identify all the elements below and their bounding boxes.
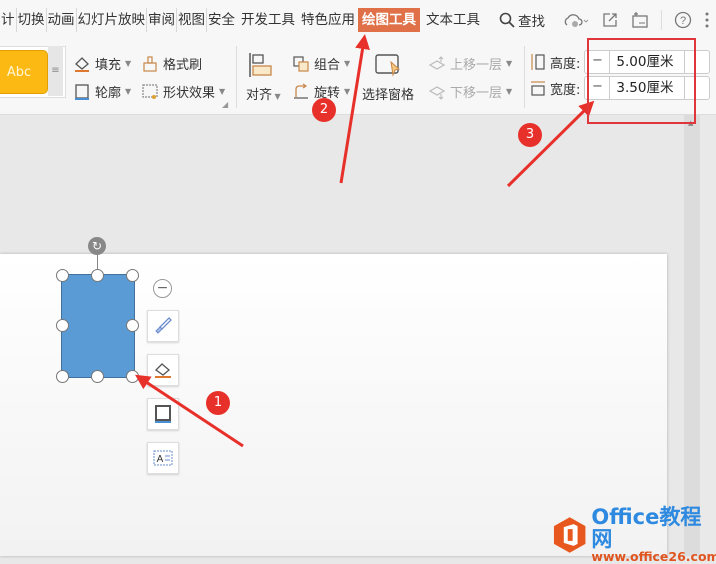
office-logo-icon	[553, 517, 586, 553]
watermark-title: Office教程网	[591, 505, 702, 551]
watermark-url: www.office26.com	[591, 549, 716, 564]
annotation-arrow-3	[506, 100, 595, 188]
annotation-arrow-1	[134, 374, 244, 448]
watermark: Office教程网 www.office26.com	[552, 506, 716, 564]
annotation-arrow-2	[339, 34, 370, 184]
size-highlight-box	[587, 38, 696, 124]
annotation-badge-1: 1	[206, 391, 230, 415]
annotation-badge-3: 3	[518, 123, 542, 147]
annotation-badge-2: 2	[312, 98, 336, 122]
